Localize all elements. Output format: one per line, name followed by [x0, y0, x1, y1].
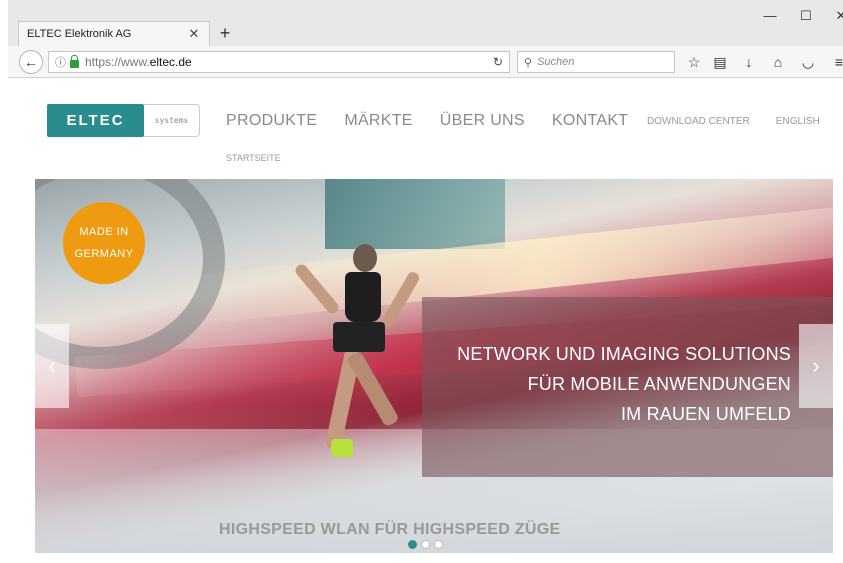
- pocket-icon[interactable]: ◡: [797, 51, 819, 73]
- badge-line: GERMANY: [74, 248, 134, 260]
- slider-dot[interactable]: [421, 540, 430, 549]
- main-navigation: PRODUKTE MÄRKTE ÜBER UNS KONTAKT: [226, 112, 628, 130]
- runner-head: [353, 244, 377, 272]
- runner-torso: [345, 272, 381, 322]
- slider-dot[interactable]: [434, 540, 443, 549]
- minimize-button[interactable]: —: [755, 6, 785, 26]
- home-icon[interactable]: ⌂: [767, 51, 789, 73]
- made-in-germany-badge: MADE IN GERMANY: [63, 202, 145, 284]
- web-page: ELTEC systems PRODUKTE MÄRKTE ÜBER UNS K…: [16, 79, 843, 563]
- breadcrumb[interactable]: STARTSEITE: [226, 153, 281, 163]
- sprinter-image: [293, 239, 423, 479]
- back-arrow-icon: ←: [24, 54, 38, 70]
- maximize-button[interactable]: ☐: [791, 6, 821, 26]
- new-tab-button[interactable]: +: [215, 21, 235, 45]
- runner-shorts: [333, 322, 385, 352]
- logo-subtitle: systems: [144, 104, 200, 137]
- secondary-navigation: DOWNLOAD CENTER ENGLISH: [647, 116, 820, 127]
- slide-caption: HIGHSPEED WLAN FÜR HIGHSPEED ZÜGE: [219, 521, 561, 538]
- browser-window: ELTEC Elektronik AG ✕ + — ☐ ✕ ← ⓘ https:…: [0, 0, 843, 563]
- lock-icon: [70, 55, 79, 68]
- download-icon[interactable]: ↓: [738, 51, 760, 73]
- headline-overlay: NETWORK UND IMAGING SOLUTIONS FÜR MOBILE…: [422, 297, 833, 477]
- nav-item-produkte[interactable]: PRODUKTE: [226, 112, 317, 130]
- tab-close-icon[interactable]: ✕: [187, 26, 201, 42]
- url-text[interactable]: https://www.eltec.de: [85, 55, 493, 69]
- nav-item-english[interactable]: ENGLISH: [776, 116, 820, 127]
- close-window-button[interactable]: ✕: [826, 6, 843, 26]
- runner-leg: [346, 350, 400, 428]
- info-icon[interactable]: ⓘ: [55, 54, 66, 70]
- runner-arm: [380, 270, 422, 328]
- tab-title: ELTEC Elektronik AG: [27, 28, 132, 40]
- browser-tab[interactable]: ELTEC Elektronik AG ✕: [18, 21, 210, 46]
- tab-bar: ELTEC Elektronik AG ✕ + — ☐ ✕: [8, 0, 843, 46]
- menu-icon[interactable]: ≡: [828, 51, 843, 73]
- nav-item-kontakt[interactable]: KONTAKT: [552, 112, 628, 130]
- slider-next-button[interactable]: ›: [799, 324, 833, 408]
- slider-dot[interactable]: [408, 540, 417, 549]
- nav-item-ueber-uns[interactable]: ÜBER UNS: [440, 112, 525, 130]
- url-host: eltec.de: [149, 55, 192, 69]
- chevron-right-icon: ›: [812, 353, 820, 378]
- headline-line: IM RAUEN UMFELD: [620, 404, 791, 424]
- chevron-left-icon: ‹: [48, 353, 56, 378]
- search-input[interactable]: ⚲ Suchen: [517, 51, 675, 73]
- hero-slider: MADE IN GERMANY NETWORK UND IMAGING SOLU…: [35, 179, 833, 553]
- back-button[interactable]: ←: [19, 50, 43, 74]
- eltec-logo[interactable]: ELTEC: [47, 104, 144, 137]
- headline-line: NETWORK UND IMAGING SOLUTIONS: [457, 344, 791, 364]
- nav-bar: ← ⓘ https://www.eltec.de ↻ ⚲ Suchen ☆ ▤ …: [8, 46, 843, 78]
- runner-shoe: [331, 439, 353, 457]
- slider-dots: [408, 540, 443, 549]
- url-protocol: https://www.: [85, 55, 150, 69]
- reload-icon[interactable]: ↻: [493, 55, 503, 69]
- url-bar[interactable]: ⓘ https://www.eltec.de ↻: [48, 51, 510, 73]
- nav-item-download-center[interactable]: DOWNLOAD CENTER: [647, 116, 750, 127]
- nav-item-maerkte[interactable]: MÄRKTE: [344, 112, 412, 130]
- headline-line: FÜR MOBILE ANWENDUNGEN: [527, 374, 791, 394]
- reading-list-icon[interactable]: ▤: [709, 51, 731, 73]
- search-icon: ⚲: [524, 56, 533, 69]
- slider-prev-button[interactable]: ‹: [35, 324, 69, 408]
- badge-line: MADE IN: [79, 226, 129, 238]
- search-placeholder: Suchen: [537, 56, 575, 68]
- bookmark-star-icon[interactable]: ☆: [683, 51, 705, 73]
